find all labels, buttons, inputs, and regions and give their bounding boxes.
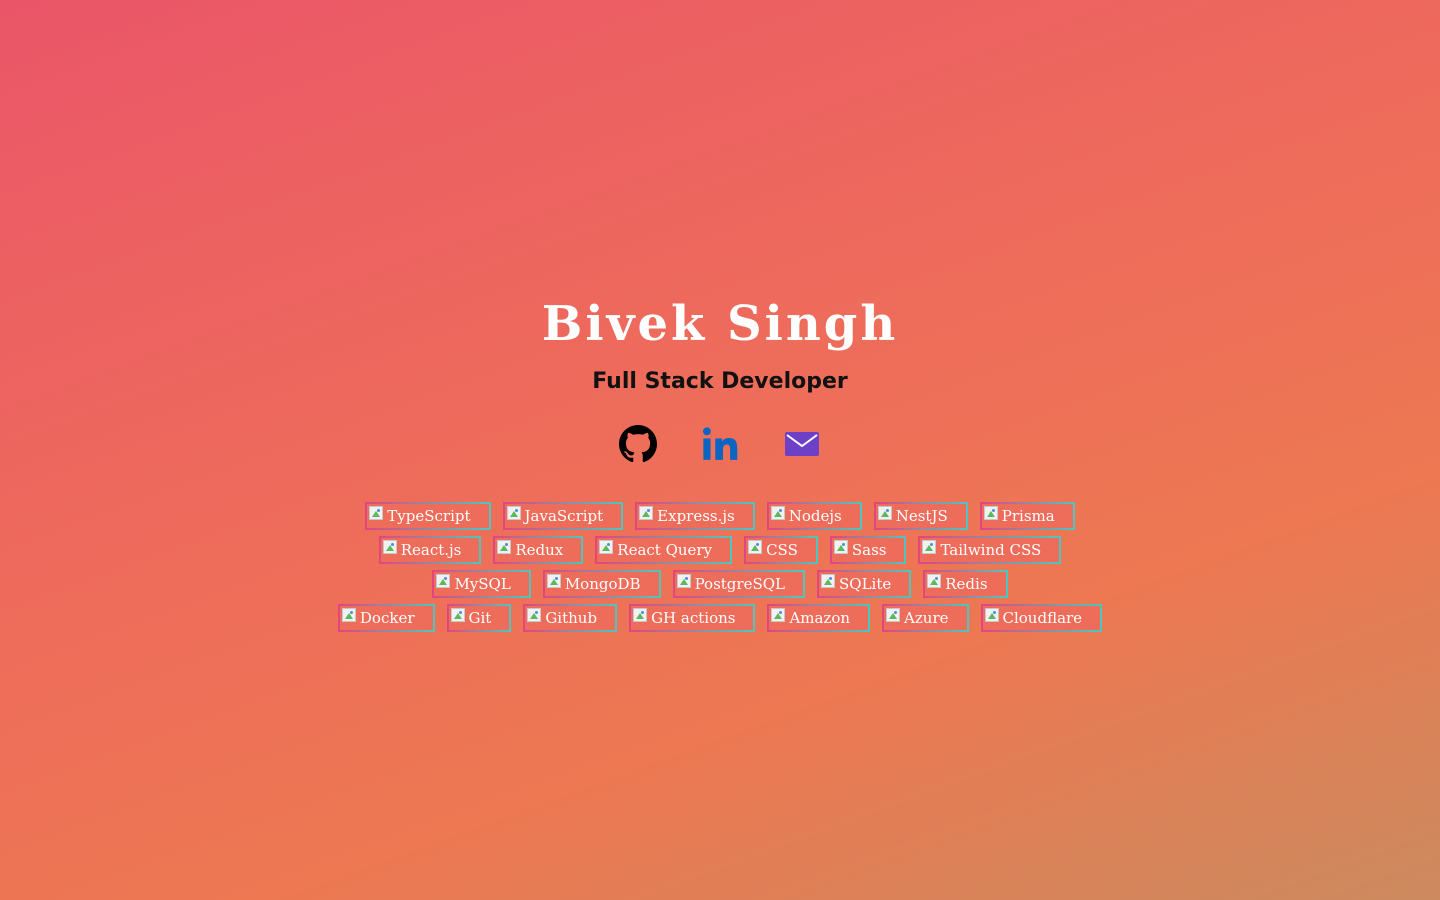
broken-image-icon [639,506,654,520]
broken-image-icon [833,540,848,554]
broken-image-icon [450,608,465,622]
skill-tag: NestJS [874,502,968,530]
broken-image-icon [983,506,998,520]
broken-image-icon [922,540,937,554]
broken-image-icon [382,540,397,554]
skill-tag: PostgreSQL [673,570,805,598]
broken-image-icon [877,506,892,520]
github-link[interactable] [619,424,657,464]
skill-tag: Redis [923,570,1007,598]
skill-tag: GH actions [629,604,755,632]
mail-icon [785,432,819,456]
skill-tag: JavaScript [503,502,624,530]
skill-tag: MySQL [432,570,530,598]
broken-image-icon [927,574,942,588]
skill-tag: SQLite [817,570,911,598]
skills-row-databases: MySQL MongoDB PostgreSQL SQLite Redis [0,570,1440,598]
broken-image-icon [497,540,512,554]
broken-image-icon [369,506,384,520]
broken-image-icon [770,506,785,520]
page-title: Bivek Singh [541,296,899,352]
subtitle-role: Full Stack Developer [592,369,848,394]
broken-image-icon [886,608,901,622]
linkedin-icon [702,427,738,460]
broken-image-icon [771,608,786,622]
skill-tag: React.js [379,536,482,564]
skills-row-languages-backend: TypeScript JavaScript Express.js Nodejs … [0,502,1440,530]
broken-image-icon [527,608,542,622]
skill-tag: Sass [830,536,907,564]
skill-tag: Tailwind CSS [918,536,1061,564]
broken-image-icon [676,574,691,588]
skill-tag: Express.js [635,502,755,530]
skills-row-devops: Docker Git Github GH actions Amazon Azur… [0,604,1440,632]
broken-image-icon [546,574,561,588]
skill-tag: Git [447,604,512,632]
skill-tag: Azure [882,604,968,632]
skills-section: TypeScript JavaScript Express.js Nodejs … [0,502,1440,638]
broken-image-icon [599,540,614,554]
skill-tag: React Query [595,536,732,564]
broken-image-icon [436,574,451,588]
broken-image-icon [506,506,521,520]
github-icon [619,425,657,463]
skill-tag: Cloudflare [981,604,1103,632]
social-links [0,424,1440,464]
skills-row-frontend: React.js Redux React Query CSS Sass Tail… [0,536,1440,564]
broken-image-icon [984,608,999,622]
broken-image-icon [341,608,356,622]
skill-tag: TypeScript [365,502,490,530]
skill-tag: CSS [744,536,818,564]
skill-tag: MongoDB [543,570,661,598]
hero: Bivek Singh Full Stack Developer [0,292,1440,464]
skill-tag: Prisma [980,502,1075,530]
skill-tag: Nodejs [767,502,862,530]
skill-tag: Amazon [767,604,870,632]
broken-image-icon [633,608,648,622]
broken-image-icon [821,574,835,588]
broken-image-icon [748,540,763,554]
skill-tag: Github [523,604,617,632]
linkedin-link[interactable] [701,424,739,464]
email-link[interactable] [783,424,821,464]
skill-tag: Docker [338,604,435,632]
skill-tag: Redux [493,536,583,564]
